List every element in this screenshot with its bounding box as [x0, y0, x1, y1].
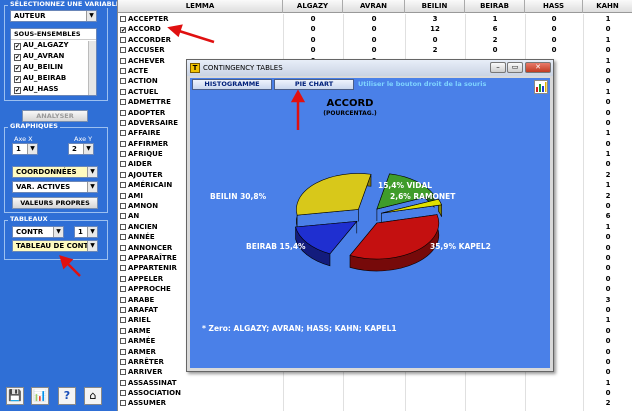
- annotation-arrows: [59, 24, 306, 277]
